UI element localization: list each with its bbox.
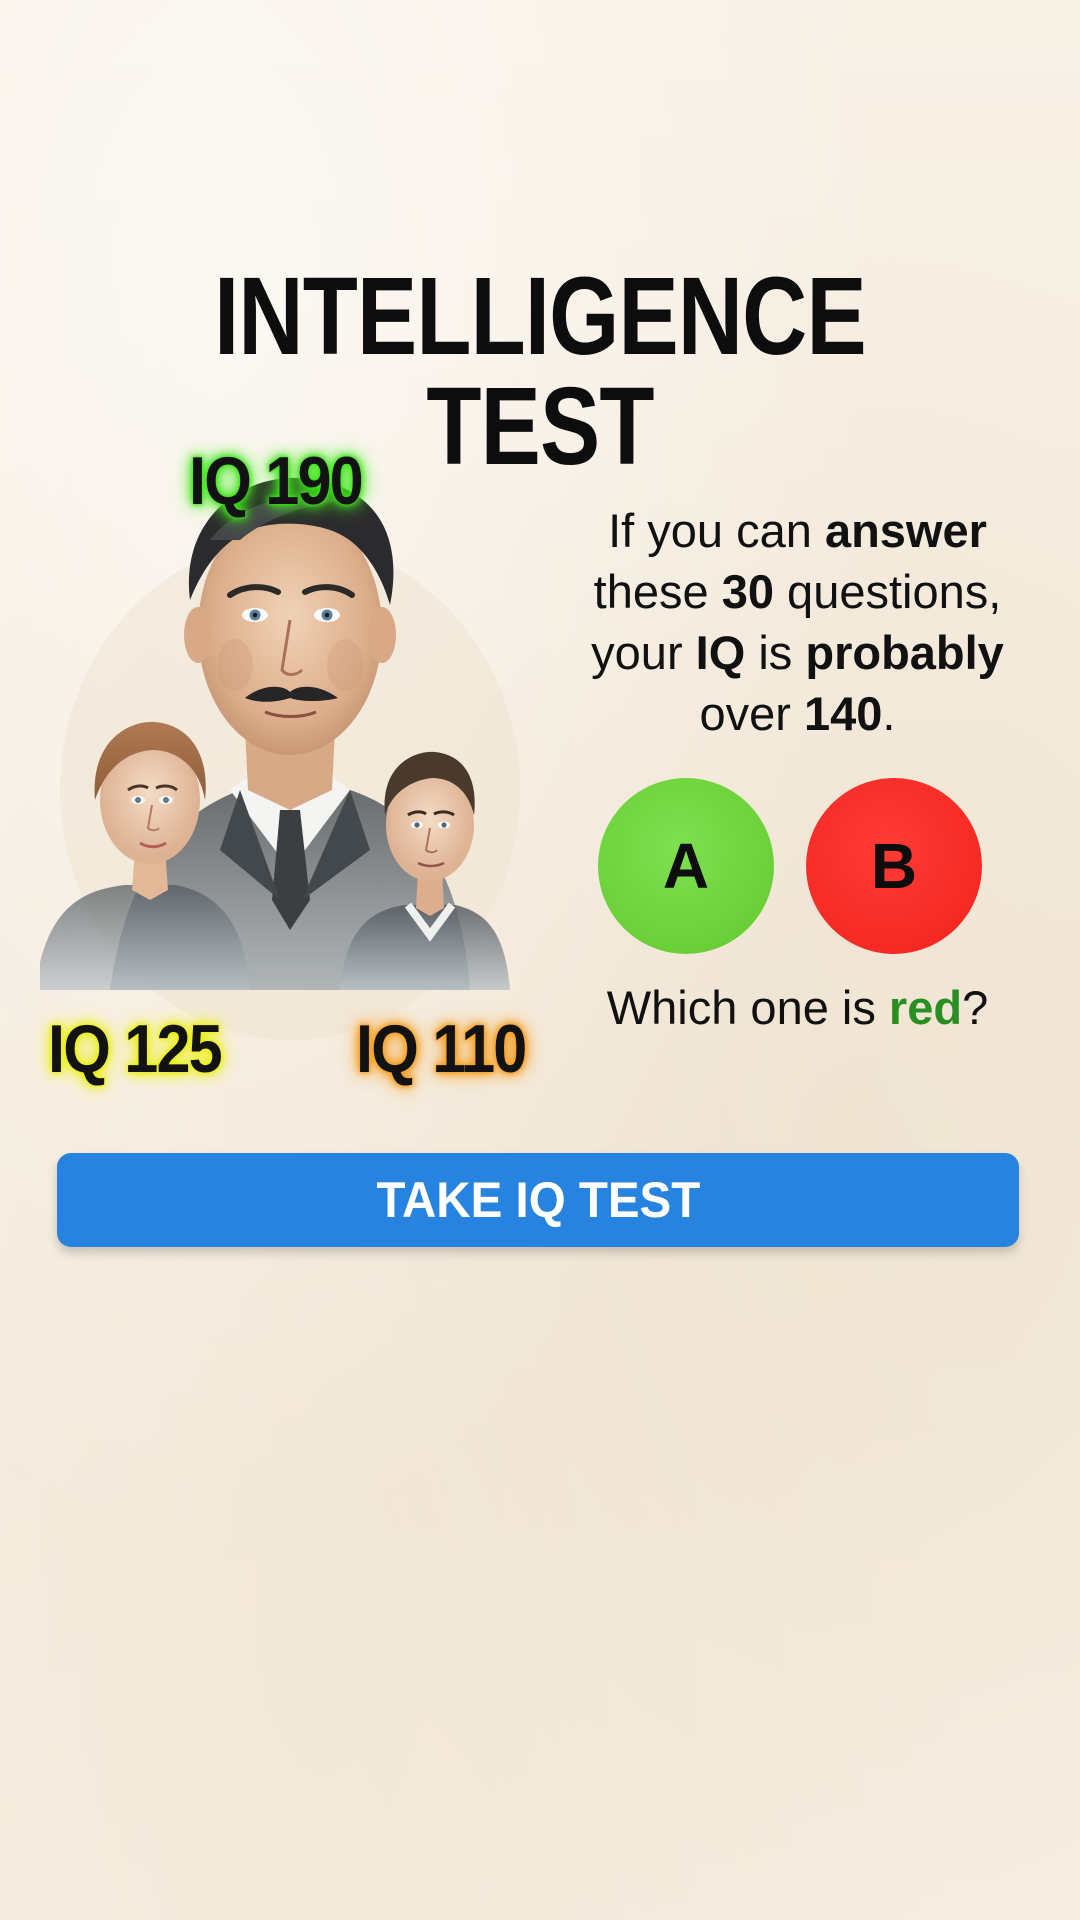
- portrait-illustration: IQ 190 IQ 125 IQ 110: [35, 430, 540, 1090]
- choice-b-button[interactable]: B: [806, 778, 982, 954]
- iq-label-top: IQ 190: [189, 443, 364, 519]
- iq-label-left: IQ 125: [48, 1011, 223, 1087]
- take-iq-test-button[interactable]: TAKE IQ TEST: [57, 1153, 1019, 1247]
- question-text: If you can answer these 30 questions, yo…: [560, 500, 1035, 744]
- question-line-3: your IQ is probably: [591, 626, 1004, 679]
- question-line-4: over 140.: [699, 687, 896, 740]
- choice-a-button[interactable]: A: [598, 778, 774, 954]
- prompt-highlight-word: red: [888, 981, 963, 1034]
- question-line-1: If you can answer: [608, 504, 987, 557]
- question-line-2: these 30 questions,: [593, 565, 1002, 618]
- prompt-text: Which one is red?: [606, 981, 989, 1034]
- portraits-image: [35, 477, 520, 1040]
- iq-label-right: IQ 110: [356, 1011, 527, 1087]
